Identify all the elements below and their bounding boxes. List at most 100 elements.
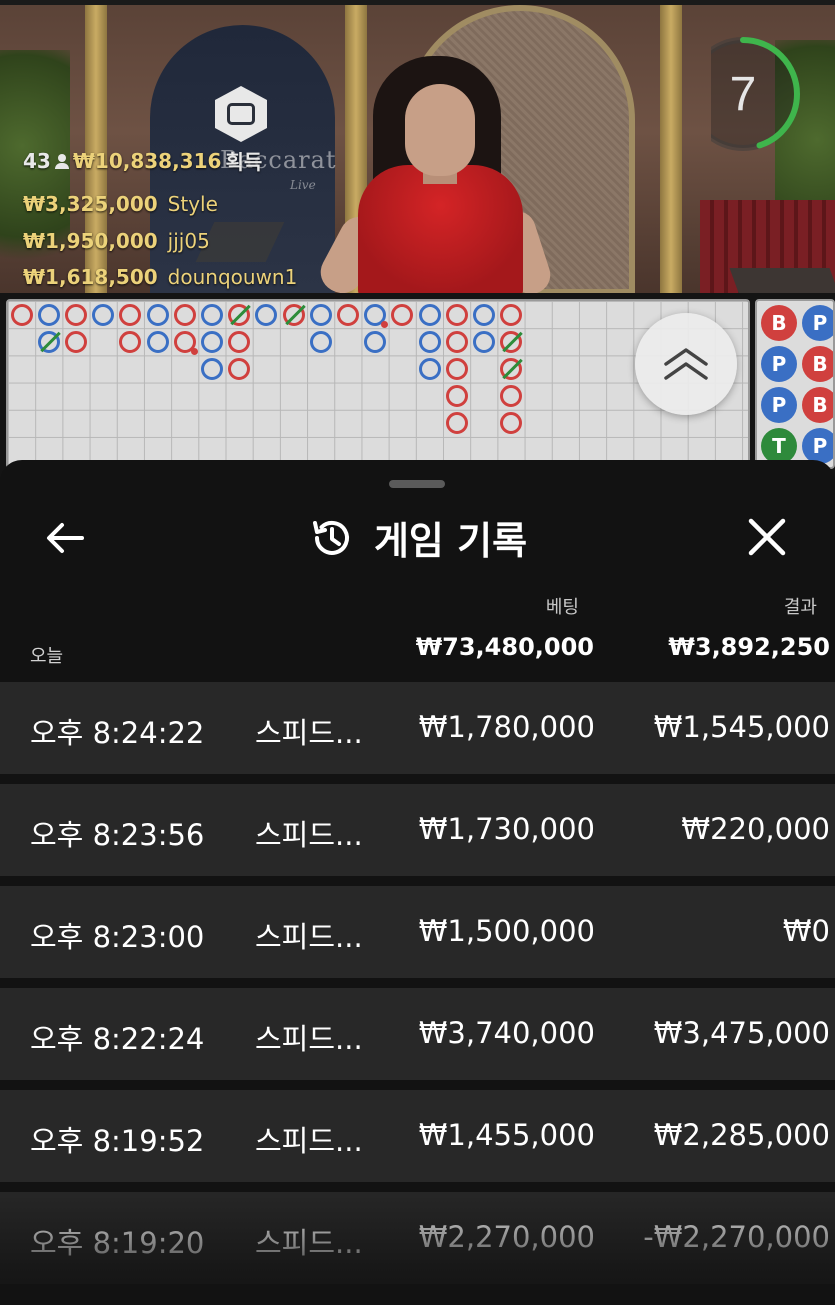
history-row[interactable]: 오후 8:22:24 스피드... ₩3,740,000 ₩3,475,000 xyxy=(0,988,835,1080)
player-bead xyxy=(255,303,278,326)
person-icon xyxy=(54,153,69,169)
banker-bead xyxy=(173,330,198,355)
history-row[interactable]: 오후 8:19:20 스피드... ₩2,270,000 -₩2,270,000 xyxy=(0,1192,835,1284)
banker-bead xyxy=(500,330,523,353)
double-chevron-up-icon xyxy=(664,348,708,380)
player-bead xyxy=(92,303,115,326)
banker-bead xyxy=(445,303,468,326)
row-bet: ₩1,730,000 xyxy=(418,812,595,846)
expand-scoreboard-button[interactable] xyxy=(635,313,737,415)
player-bead xyxy=(364,303,389,328)
summary-date-label: 오늘 xyxy=(30,646,64,667)
history-row[interactable]: 오후 8:23:00 스피드... ₩1,500,000 ₩0 xyxy=(0,886,835,978)
player-bead xyxy=(146,303,169,326)
win-summary: 43 ₩10,838,316 획득 xyxy=(23,146,262,175)
player-count: 43 xyxy=(23,148,51,173)
row-bet: ₩1,780,000 xyxy=(418,710,595,744)
total-win-amount: ₩10,838,316 xyxy=(72,148,222,173)
row-bet: ₩1,455,000 xyxy=(418,1118,595,1152)
tie-mark xyxy=(502,358,523,380)
player-bead xyxy=(418,303,441,326)
column-header-result: 결과 xyxy=(783,597,817,618)
player-bead xyxy=(37,330,61,353)
banker-bead xyxy=(228,357,251,380)
banker-bead xyxy=(10,303,33,326)
banker-bead xyxy=(173,303,196,326)
row-result: -₩2,270,000 xyxy=(643,1220,830,1254)
winner-amount: ₩3,325,000 xyxy=(23,192,158,216)
banker-bead xyxy=(445,330,468,353)
banker-bead xyxy=(445,412,468,435)
close-icon[interactable] xyxy=(744,514,790,560)
tie-mark xyxy=(502,331,523,352)
banker-bead xyxy=(228,303,251,326)
live-video-stream: Baccarat Live 43 ₩10,838,316 획득 ₩3,325,0… xyxy=(0,0,835,293)
player-bead xyxy=(146,330,169,353)
row-result: ₩2,285,000 xyxy=(653,1118,830,1152)
dealer-face xyxy=(405,84,475,176)
winner-amount: ₩1,618,500 xyxy=(23,265,158,289)
row-bet: ₩1,500,000 xyxy=(418,914,595,948)
player-bead xyxy=(309,330,332,353)
row-result: ₩0 xyxy=(782,914,830,948)
player-bead xyxy=(472,330,495,353)
summary-total-result: ₩3,892,250 xyxy=(668,633,830,661)
player-bead xyxy=(200,357,223,380)
timer-value: 7 xyxy=(730,68,757,121)
winner-name: jjj05 xyxy=(167,229,210,253)
pair-dot xyxy=(190,347,198,355)
history-icon xyxy=(312,520,349,555)
dealer-dress xyxy=(358,165,523,293)
banker-bead xyxy=(119,303,142,326)
history-row[interactable]: 오후 8:19:52 스피드... ₩1,455,000 ₩2,285,000 xyxy=(0,1090,835,1182)
history-row[interactable]: 오후 8:23:56 스피드... ₩1,730,000 ₩220,000 xyxy=(0,784,835,876)
player-bead xyxy=(37,303,60,326)
history-row[interactable]: 오후 8:24:22 스피드... ₩1,780,000 ₩1,545,000 xyxy=(0,682,835,774)
tie-mark xyxy=(230,304,251,325)
banker-bead xyxy=(64,303,87,326)
row-game: 스피드... xyxy=(255,1124,363,1158)
history-list: 오후 8:24:22 스피드... ₩1,780,000 ₩1,545,000 … xyxy=(0,682,835,1294)
banker-bead xyxy=(500,385,523,408)
player-bead xyxy=(418,330,441,353)
row-result: ₩220,000 xyxy=(681,812,830,846)
banker-bead xyxy=(500,303,523,326)
banker-bead xyxy=(445,357,468,380)
card-tray xyxy=(729,268,835,293)
row-game: 스피드... xyxy=(255,1022,363,1056)
brand-subtitle: Live xyxy=(290,178,316,192)
banker-bead xyxy=(64,330,87,353)
result-bead-b: B xyxy=(761,305,797,341)
result-bead-column[interactable]: BPPBPBTP xyxy=(755,299,835,469)
player-bead xyxy=(200,303,223,326)
result-bead-b: B xyxy=(802,346,833,382)
row-bet: ₩2,270,000 xyxy=(418,1220,595,1254)
row-game: 스피드... xyxy=(255,1226,363,1260)
row-result: ₩1,545,000 xyxy=(653,710,830,744)
row-time: 오후 8:23:56 xyxy=(30,818,205,852)
result-bead-p: P xyxy=(802,305,833,341)
game-history-panel: 게임 기록 베팅 결과 오늘 ₩73,480,000 ₩3,892,250 오후… xyxy=(0,460,835,1305)
pair-dot xyxy=(381,320,389,328)
player-bead xyxy=(309,303,332,326)
result-bead-p: P xyxy=(761,387,797,423)
drag-handle[interactable] xyxy=(389,480,445,488)
row-result: ₩3,475,000 xyxy=(653,1016,830,1050)
top-winner: ₩1,950,000 jjj05 xyxy=(23,229,210,253)
player-bead xyxy=(364,330,387,353)
player-bead xyxy=(200,330,223,353)
top-winner: ₩3,325,000 Style xyxy=(23,192,218,216)
row-time: 오후 8:24:22 xyxy=(30,716,205,750)
winner-name: dounqouwn1 xyxy=(167,265,298,289)
road-grid xyxy=(8,301,748,467)
row-time: 오후 8:19:20 xyxy=(30,1226,205,1260)
countdown-timer: 7 xyxy=(711,37,800,151)
row-game: 스피드... xyxy=(255,716,363,750)
banker-bead xyxy=(500,357,523,380)
result-bead-t: T xyxy=(761,428,797,464)
row-bet: ₩3,740,000 xyxy=(418,1016,595,1050)
result-bead-p: P xyxy=(802,428,833,464)
winner-amount: ₩1,950,000 xyxy=(23,229,158,253)
row-time: 오후 8:23:00 xyxy=(30,920,205,954)
pillar-decoration xyxy=(660,5,682,293)
